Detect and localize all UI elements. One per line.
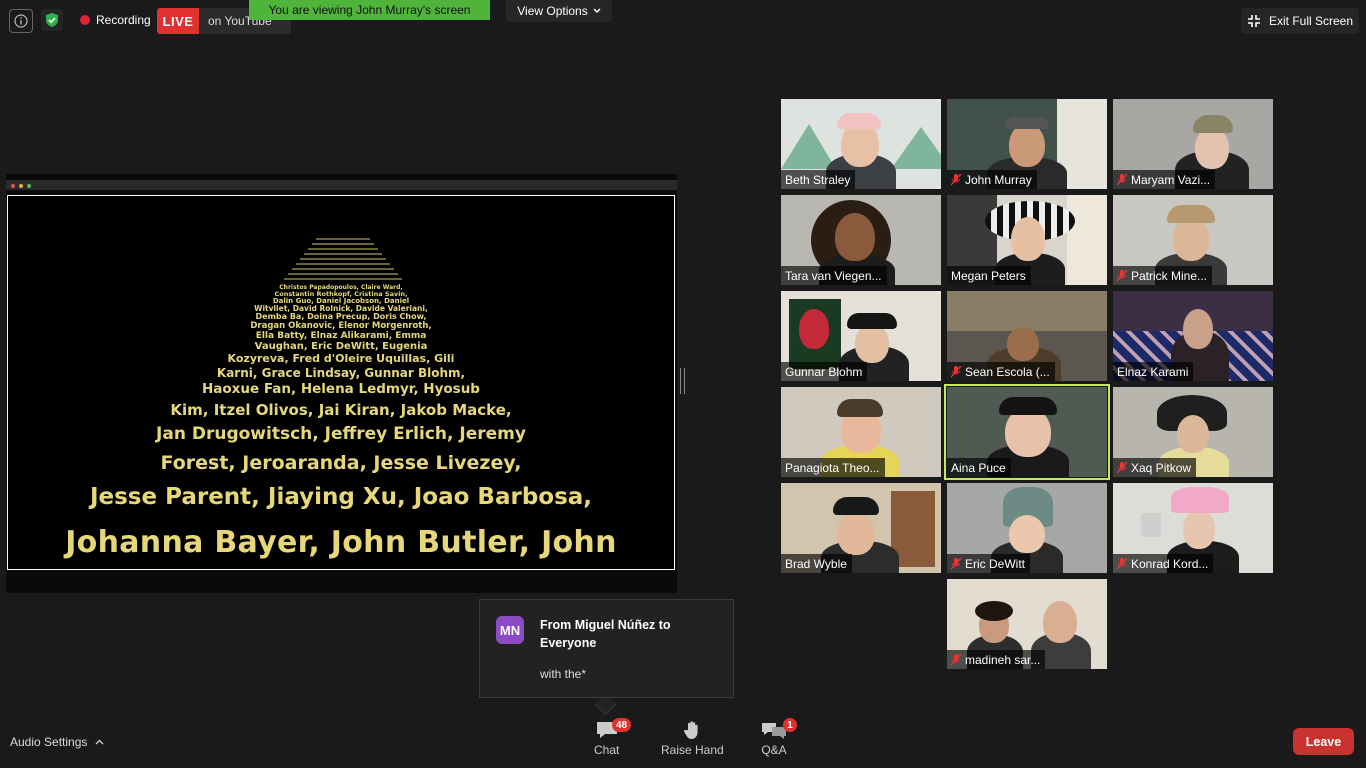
chat-button[interactable]: 48 Chat [594, 718, 632, 757]
crawl-line: Karni, Grace Lindsay, Gunnar Blohm, [216, 366, 466, 380]
exit-fullscreen-label: Exit Full Screen [1268, 14, 1354, 28]
crawl-line: Johanna Bayer, John Butler, John [65, 525, 617, 560]
video-tile[interactable]: madineh sar... [947, 579, 1107, 669]
participant-name: Elnaz Karami [1117, 364, 1189, 379]
raise-hand-label: Raise Hand [661, 743, 724, 757]
participant-name: Panagiota Theo... [785, 460, 880, 475]
video-tile[interactable]: Brad Wyble [781, 483, 941, 573]
crawl-line: Forest, Jeroaranda, Jesse Livezey, [160, 452, 522, 474]
crawl-line: Jesse Parent, Jiaying Xu, Joao Barbosa, [89, 484, 593, 510]
participant-name: Megan Peters [951, 268, 1026, 283]
meeting-info-icon[interactable] [9, 9, 33, 33]
mic-muted-icon [1117, 461, 1127, 473]
participant-name: Gunnar Blohm [785, 364, 863, 379]
encryption-shield-icon[interactable] [41, 9, 63, 31]
hand-icon [684, 721, 698, 739]
chat-notification[interactable]: MN From Miguel Núñez to Everyone with th… [479, 599, 734, 698]
raise-hand-button[interactable]: Raise Hand [661, 720, 724, 757]
mic-muted-icon [951, 653, 961, 665]
video-tile[interactable]: Patrick Mine... [1113, 195, 1273, 285]
audio-settings-label: Audio Settings [10, 735, 88, 749]
credits-crawl-video: Johanna Bayer, John Butler, John Jesse P… [7, 195, 675, 570]
chevron-up-icon [95, 739, 104, 745]
splitter-handle[interactable] [680, 368, 685, 394]
participant-name: Patrick Mine... [1131, 268, 1208, 283]
exit-fullscreen-button[interactable]: Exit Full Screen [1241, 8, 1359, 34]
window-minimize-dot-icon [19, 184, 23, 188]
video-tile[interactable]: Eric DeWitt [947, 483, 1107, 573]
crawl-line: Jan Drugowitsch, Jeffrey Erlich, Jeremy [156, 424, 526, 444]
participant-name: Konrad Kord... [1131, 556, 1209, 571]
mic-muted-icon [1117, 269, 1127, 281]
crawl-line: Constantin Rothkopf, Cristina Savin, [274, 290, 408, 298]
crawl-line: Kozyreva, Fred d'Oleire Uquillas, Gili [227, 352, 455, 365]
mic-muted-icon [1117, 557, 1127, 569]
view-options-label: View Options [517, 4, 588, 18]
mic-muted-icon [951, 173, 961, 185]
participant-name: Beth Straley [785, 172, 851, 187]
mic-muted-icon [1117, 173, 1127, 185]
participant-name: John Murray [965, 172, 1032, 187]
mic-muted-icon [951, 365, 961, 377]
participant-name: Aina Puce [951, 460, 1006, 475]
recording-dot-icon [80, 15, 90, 25]
recording-label: Recording [96, 13, 151, 27]
crawl-line: Kim, Itzel Olivos, Jai Kiran, Jakob Mack… [170, 401, 512, 419]
video-tile[interactable]: Megan Peters [947, 195, 1107, 285]
video-tile[interactable]: Sean Escola (... [947, 291, 1107, 381]
live-badge[interactable]: LIVE [157, 8, 199, 34]
qa-label: Q&A [761, 743, 787, 757]
video-tile[interactable]: Gunnar Blohm [781, 291, 941, 381]
video-tile[interactable]: Panagiota Theo... [781, 387, 941, 477]
crawl-line: Witvliet, David Rolnick, Davide Valerian… [254, 304, 428, 313]
chat-message: with the* [540, 667, 587, 681]
video-tile[interactable]: Tara van Viegen... [781, 195, 941, 285]
mic-muted-icon [951, 557, 961, 569]
video-tile[interactable]: John Murray [947, 99, 1107, 189]
exit-fullscreen-icon [1247, 15, 1260, 27]
chat-label: Chat [594, 743, 620, 757]
leave-button[interactable]: Leave [1293, 728, 1354, 755]
window-close-dot-icon [11, 184, 15, 188]
crawl-line: Christos Papadopoulos, Claire Ward, [279, 284, 403, 291]
participant-name: Sean Escola (... [965, 364, 1050, 379]
participant-name: Eric DeWitt [965, 556, 1025, 571]
crawl-line: Haoxue Fan, Helena Ledmyr, Hyosub [202, 381, 480, 397]
crawl-line: Vaughan, Eric DeWitt, Eugenia [254, 341, 428, 352]
participant-name: Xaq Pitkow [1131, 460, 1192, 475]
shared-screen[interactable]: Johanna Bayer, John Butler, John Jesse P… [6, 174, 677, 593]
shared-window-titlebar [6, 180, 677, 190]
chat-badge: 48 [612, 718, 632, 732]
crawl-line: Ella Batty, Elnaz Alikarami, Emma [255, 331, 427, 341]
video-tile-active-speaker[interactable]: Aina Puce [944, 384, 1110, 480]
crawl-line: Dalin Guo, Daniel Jacobson, Daniel [272, 297, 410, 305]
crawl-far-text-blur [284, 238, 402, 280]
video-tile[interactable]: Elnaz Karami [1113, 291, 1273, 381]
video-tile[interactable]: Xaq Pitkow [1113, 387, 1273, 477]
video-tile[interactable]: Beth Straley [781, 99, 941, 189]
viewing-screen-banner: You are viewing John Murray's screen [249, 0, 490, 20]
participant-name: madineh sar... [965, 652, 1041, 667]
chat-sender: From Miguel Núñez to Everyone [540, 618, 671, 650]
chevron-down-icon [593, 8, 601, 13]
audio-settings-button[interactable]: Audio Settings [10, 735, 104, 749]
crawl-line: Dragan Okanovic, Elenor Morgenroth, [250, 321, 432, 331]
video-tile[interactable]: Konrad Kord... [1113, 483, 1273, 573]
participant-name: Tara van Viegen... [785, 268, 882, 283]
window-maximize-dot-icon [27, 184, 31, 188]
avatar: MN [496, 616, 524, 644]
participant-name: Maryam Vazi... [1131, 172, 1211, 187]
crawl-line: Demba Ba, Doina Precup, Doris Chow, [255, 312, 427, 321]
recording-indicator[interactable]: Recording [72, 9, 159, 31]
qa-button[interactable]: 1 Q&A [761, 718, 797, 757]
video-tile[interactable]: Maryam Vazi... [1113, 99, 1273, 189]
view-options-button[interactable]: View Options [506, 0, 612, 22]
qa-badge: 1 [783, 718, 797, 732]
participant-name: Brad Wyble [785, 556, 847, 571]
